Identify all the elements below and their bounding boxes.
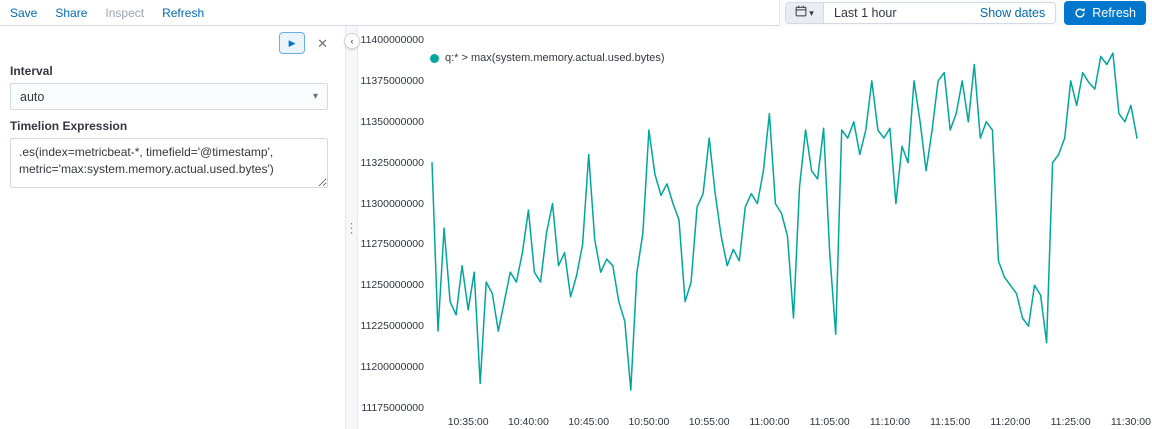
inspect-button[interactable]: Inspect	[105, 6, 144, 20]
top-bar: Save Share Inspect Refresh ▾ Last 1 hour…	[0, 0, 1152, 26]
share-button[interactable]: Share	[55, 6, 87, 20]
chevron-down-icon: ▾	[312, 91, 318, 102]
timeseries-line-chart	[431, 52, 1138, 391]
chevron-left-icon: ‹	[350, 36, 354, 46]
close-icon[interactable]: ✕	[317, 37, 328, 50]
legend-label: q:* > max(system.memory.actual.used.byte…	[445, 52, 665, 64]
timelion-expression-input[interactable]: .es(index=metricbeat-*, timefield='@time…	[10, 138, 328, 188]
refresh-icon	[1074, 7, 1086, 19]
refresh-button[interactable]: Refresh	[1064, 1, 1146, 25]
chart-legend[interactable]: q:* > max(system.memory.actual.used.byte…	[430, 52, 665, 64]
kibana-timelion-app: Save Share Inspect Refresh ▾ Last 1 hour…	[0, 0, 1152, 429]
play-icon: ▶	[288, 37, 296, 48]
chevron-down-icon: ▾	[809, 7, 814, 18]
interval-select[interactable]: auto ▾	[10, 83, 328, 110]
editor-actions: ▶ ✕	[10, 31, 328, 55]
quick-select-button[interactable]: ▾	[786, 3, 824, 23]
collapse-panel-button[interactable]: ‹	[344, 33, 360, 49]
save-button[interactable]: Save	[10, 6, 37, 20]
chart-pane: q:* > max(system.memory.actual.used.byte…	[358, 26, 1152, 429]
refresh-button-label: Refresh	[1092, 6, 1136, 20]
play-button[interactable]: ▶	[279, 32, 306, 54]
drag-handle-icon: ⋮	[345, 220, 358, 235]
interval-value: auto	[20, 89, 45, 104]
timelion-editor-panel: ▶ ✕ Interval auto ▾ Timelion Expression …	[0, 26, 345, 429]
series-line	[431, 52, 1138, 391]
calendar-icon	[795, 4, 807, 22]
show-dates-button[interactable]: Show dates	[970, 6, 1055, 20]
top-nav: Save Share Inspect Refresh	[0, 6, 204, 20]
refresh-nav-button[interactable]: Refresh	[162, 6, 204, 20]
interval-label: Interval	[10, 64, 53, 78]
time-range-value[interactable]: Last 1 hour	[824, 6, 970, 20]
expression-label: Timelion Expression	[10, 119, 128, 133]
legend-dot-icon	[430, 53, 439, 63]
panel-resizer[interactable]: ⋮	[345, 26, 358, 429]
date-picker-bar: ▾ Last 1 hour Show dates Refresh	[779, 0, 1152, 26]
date-picker-group: ▾ Last 1 hour Show dates	[785, 2, 1057, 24]
